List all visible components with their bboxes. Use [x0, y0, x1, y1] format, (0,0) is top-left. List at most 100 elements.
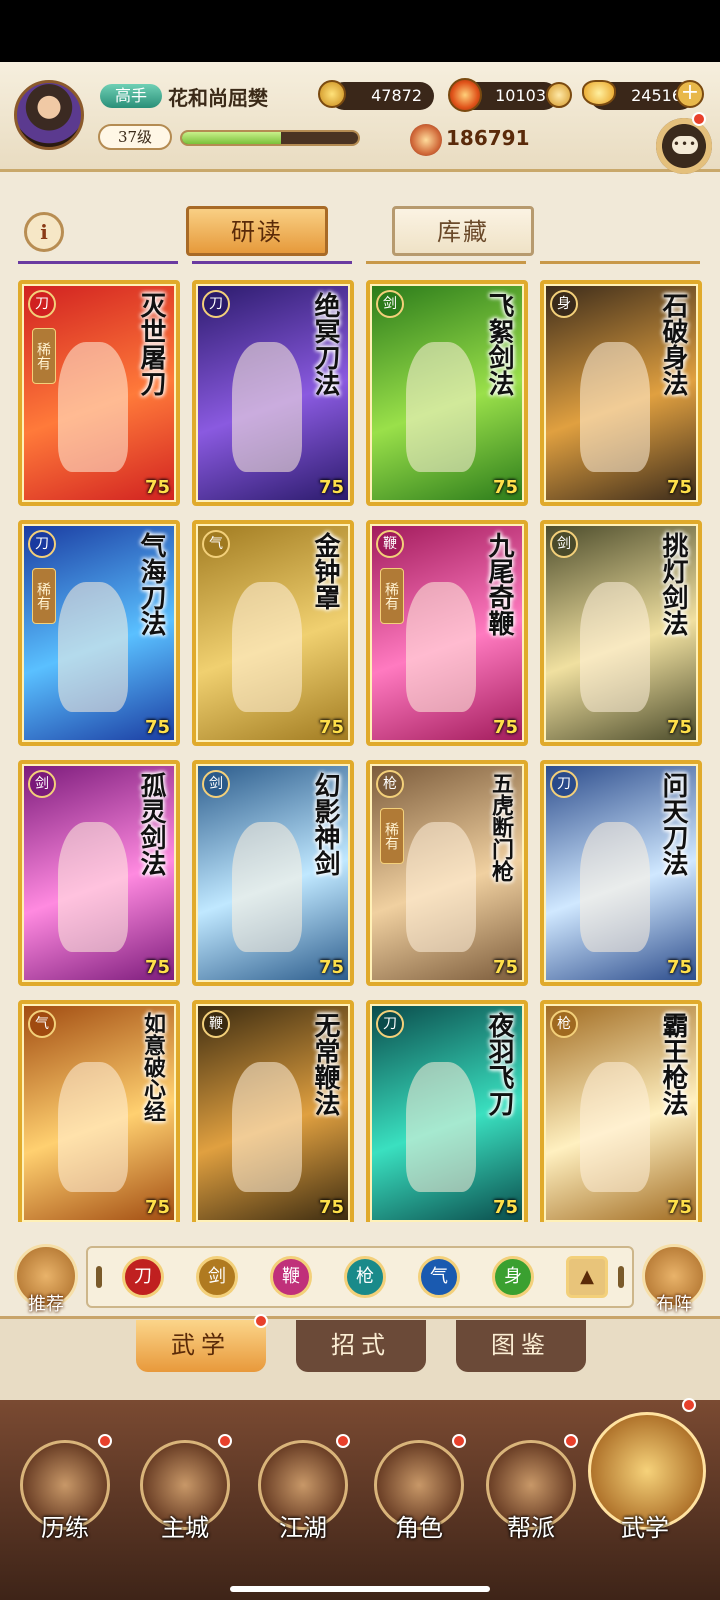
- martial-art-card[interactable]: 枪 五虎断门枪 稀有 75: [366, 760, 528, 986]
- card-level: 75: [144, 957, 170, 978]
- character-figure: [406, 822, 476, 952]
- blade-icon: 刀: [28, 530, 56, 558]
- subtab-moves[interactable]: 招式: [296, 1320, 426, 1372]
- combat-power-value: 186791: [446, 126, 530, 150]
- internal-icon: 气: [28, 1010, 56, 1038]
- character-figure: [580, 342, 650, 472]
- subtab-martial-dot: [254, 1314, 268, 1328]
- character-figure: [232, 1062, 302, 1192]
- blade-filter-icon[interactable]: 刀: [122, 1256, 164, 1298]
- exp-bar: [180, 130, 360, 146]
- nav-label: 江湖: [279, 1514, 327, 1542]
- character-figure: [580, 822, 650, 952]
- card-title: 无常鞭法: [310, 1012, 340, 1116]
- nav-notification-dot: [452, 1434, 466, 1448]
- nav-notification-dot: [564, 1434, 578, 1448]
- martial-art-card[interactable]: 鞭 九尾奇鞭 稀有 75: [366, 520, 528, 746]
- add-gem-icon[interactable]: [546, 82, 572, 108]
- character-figure: [58, 822, 128, 952]
- card-level: 75: [492, 717, 518, 738]
- martial-art-card[interactable]: 刀 夜羽飞刀 75: [366, 1000, 528, 1222]
- card-level: 75: [144, 477, 170, 498]
- info-button[interactable]: i: [24, 212, 64, 252]
- card-title: 挑灯剑法: [658, 532, 688, 636]
- player-avatar[interactable]: [14, 80, 84, 150]
- tab-study[interactable]: 研读: [186, 206, 328, 256]
- column-divider: [192, 261, 352, 264]
- card-title: 飞絮剑法: [484, 292, 514, 396]
- blade-icon: 刀: [28, 290, 56, 318]
- martial-art-card[interactable]: 剑 飞絮剑法 75: [366, 280, 528, 506]
- chat-icon: •••: [672, 136, 698, 154]
- nav-notification-dot: [336, 1434, 350, 1448]
- home-indicator: [230, 1586, 490, 1592]
- character-figure: [58, 342, 128, 472]
- card-level: 75: [318, 717, 344, 738]
- martial-art-card[interactable]: 鞭 无常鞭法 75: [192, 1000, 354, 1222]
- blade-icon: 刀: [376, 1010, 404, 1038]
- tab-storage[interactable]: 库藏: [392, 206, 534, 256]
- card-title: 绝冥刀法: [310, 292, 340, 396]
- martial-arts-card-grid: 刀灭世屠刀 稀有 75 刀绝冥刀法 75 剑飞絮剑法 75 身石破身法 75 刀气海刀法 稀有 75 气…: [0, 280, 720, 1222]
- character-figure: [580, 1062, 650, 1192]
- rare-badge: 稀有: [32, 568, 56, 624]
- martial-art-card[interactable]: 剑 孤灵剑法 75: [18, 760, 180, 986]
- martial-art-card[interactable]: 刀 气海刀法 稀有 75: [18, 520, 180, 746]
- add-gold-icon[interactable]: +: [676, 80, 704, 108]
- all-filter-icon[interactable]: ▲: [566, 1256, 608, 1298]
- player-name: 花和尚屈樊: [168, 86, 268, 110]
- martial-art-card[interactable]: 身 石破身法 75: [540, 280, 702, 506]
- rare-badge: 稀有: [380, 808, 404, 864]
- whip-filter-icon[interactable]: 鞭: [270, 1256, 312, 1298]
- chat-notification-dot: [692, 112, 706, 126]
- internal-filter-icon[interactable]: 气: [418, 1256, 460, 1298]
- column-divider: [540, 261, 700, 264]
- character-figure: [580, 582, 650, 712]
- card-title: 如意破心经: [140, 1012, 166, 1122]
- column-divider: [366, 261, 526, 264]
- nav-notification-dot: [682, 1398, 696, 1412]
- formation-label: 布阵: [656, 1294, 692, 1315]
- character-figure: [232, 822, 302, 952]
- nav-label: 历练: [41, 1514, 89, 1542]
- nav-label: 武学: [621, 1514, 669, 1542]
- subtab-martial[interactable]: 武学: [136, 1320, 266, 1372]
- card-title: 霸王枪法: [658, 1012, 688, 1116]
- martial-art-card[interactable]: 气 金钟罩 75: [192, 520, 354, 746]
- card-title: 夜羽飞刀: [484, 1012, 514, 1116]
- spear-icon: 枪: [376, 770, 404, 798]
- card-title: 石破身法: [658, 292, 688, 396]
- whip-icon: 鞭: [376, 530, 404, 558]
- blade-icon: 刀: [550, 770, 578, 798]
- martial-art-card[interactable]: 枪 霸王枪法 75: [540, 1000, 702, 1222]
- card-level: 75: [144, 1197, 170, 1218]
- nav-notification-dot: [218, 1434, 232, 1448]
- martial-art-card[interactable]: 刀 绝冥刀法 75: [192, 280, 354, 506]
- martial-art-card[interactable]: 剑 挑灯剑法 75: [540, 520, 702, 746]
- card-title: 五虎断门枪: [488, 772, 514, 882]
- martial-art-card[interactable]: 刀 问天刀法 75: [540, 760, 702, 986]
- subtab-codex[interactable]: 图鉴: [456, 1320, 586, 1372]
- card-level: 75: [666, 477, 692, 498]
- martial-art-card[interactable]: 刀 灭世屠刀 稀有 75: [18, 280, 180, 506]
- player-header: 高手 花和尚屈樊 47872 10103 24516 + 37级 186791: [0, 62, 720, 172]
- movement-filter-icon[interactable]: 身: [492, 1256, 534, 1298]
- rare-badge: 稀有: [380, 568, 404, 624]
- character-figure: [58, 1062, 128, 1192]
- martial-art-card[interactable]: 气 如意破心经 75: [18, 1000, 180, 1222]
- sword-icon: 剑: [376, 290, 404, 318]
- character-figure: [406, 342, 476, 472]
- card-level: 75: [144, 717, 170, 738]
- card-title: 气海刀法: [136, 532, 166, 636]
- card-level: 75: [318, 1197, 344, 1218]
- sword-filter-icon[interactable]: 剑: [196, 1256, 238, 1298]
- card-level: 75: [492, 1197, 518, 1218]
- nav-label: 主城: [161, 1514, 209, 1542]
- card-title: 九尾奇鞭: [484, 532, 514, 636]
- card-level: 75: [492, 957, 518, 978]
- martial-art-card[interactable]: 剑 幻影神剑 75: [192, 760, 354, 986]
- filter-bar-handle: [96, 1266, 102, 1288]
- blade-icon: 刀: [202, 290, 230, 318]
- spear-filter-icon[interactable]: 枪: [344, 1256, 386, 1298]
- nav-label: 帮派: [507, 1514, 555, 1542]
